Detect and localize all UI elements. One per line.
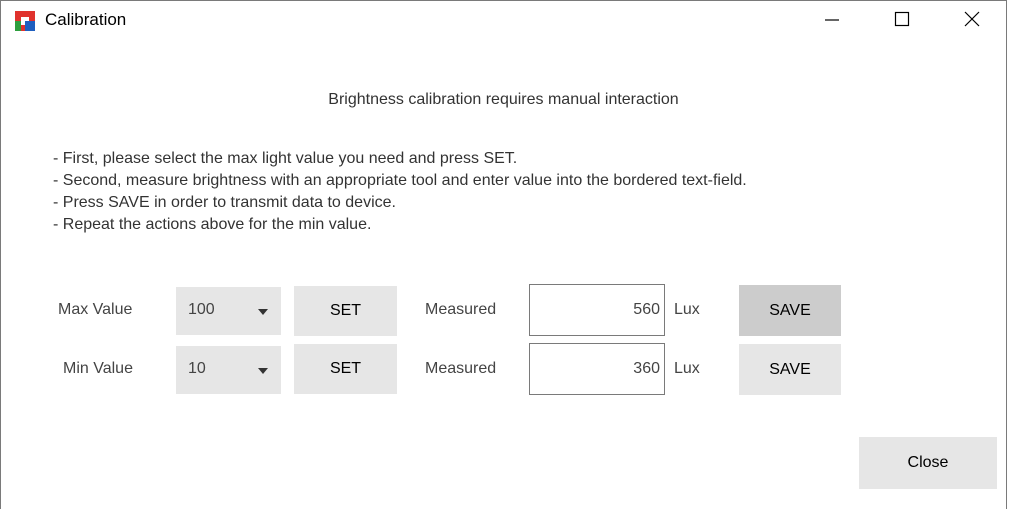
min-measured-field[interactable]: 360 [529,343,665,395]
min-set-button[interactable]: SET [294,344,397,394]
max-measured-label: Measured [425,301,497,318]
max-measured-field[interactable]: 560 [529,284,665,336]
max-measured-value: 560 [633,301,660,318]
instruction-line: - Repeat the actions above for the min v… [53,216,372,233]
calibration-window: Calibration Brightness calibration requi… [0,0,1007,509]
min-value-selected: 10 [188,360,206,377]
min-value-dropdown[interactable]: 10 [176,346,281,394]
min-measured-value: 360 [633,360,660,377]
min-unit-label: Lux [674,360,700,377]
close-button[interactable]: Close [859,437,997,489]
min-value-label: Min Value [63,360,133,377]
maximize-icon [894,11,910,27]
instruction-line: - First, please select the max light val… [53,150,518,167]
max-value-label: Max Value [58,301,133,318]
app-icon [15,11,35,31]
chevron-down-icon [258,309,268,315]
min-measured-label: Measured [425,360,497,377]
calibration-heading: Brightness calibration requires manual i… [328,91,679,108]
close-window-button[interactable] [949,1,995,37]
window-title: Calibration [45,10,127,29]
close-icon [964,11,980,27]
instruction-line: - Press SAVE in order to transmit data t… [53,194,396,211]
chevron-down-icon [258,368,268,374]
max-save-button[interactable]: SAVE [739,285,841,336]
minimize-icon [825,19,839,21]
minimize-button[interactable] [809,1,855,37]
maximize-button[interactable] [879,1,925,37]
instruction-line: - Second, measure brightness with an app… [53,172,747,189]
max-unit-label: Lux [674,301,700,318]
min-save-button[interactable]: SAVE [739,344,841,395]
max-set-button[interactable]: SET [294,286,397,336]
max-value-selected: 100 [188,301,215,318]
instructions-list: - First, please select the max light val… [53,148,747,236]
title-bar[interactable]: Calibration [1,1,1006,41]
max-value-dropdown[interactable]: 100 [176,287,281,335]
